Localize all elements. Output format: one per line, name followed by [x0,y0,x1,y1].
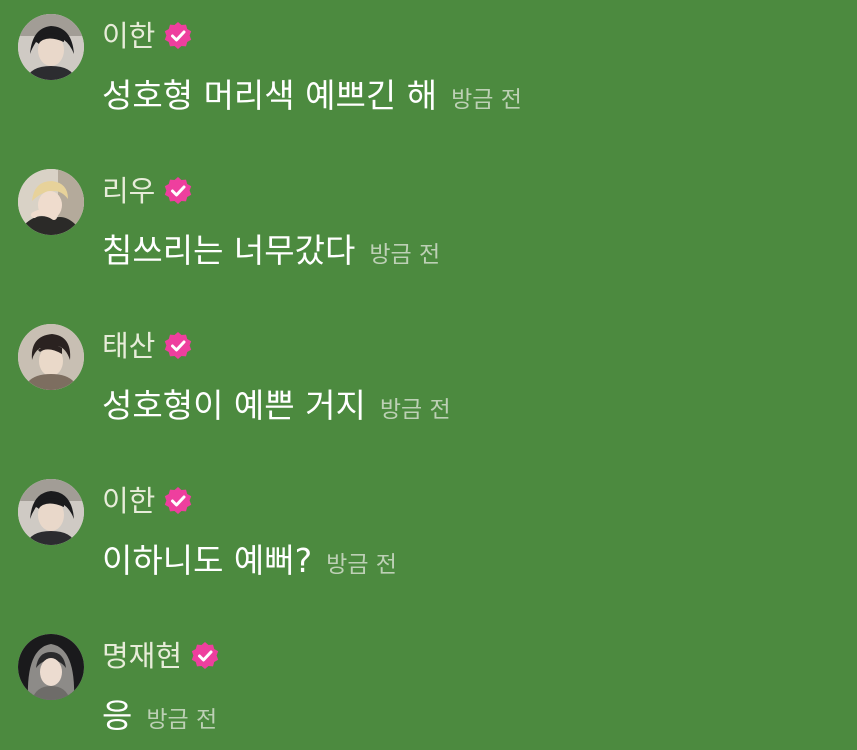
avatar[interactable] [18,324,84,390]
avatar[interactable] [18,479,84,545]
chat-message: 이한 성호형 머리색 예쁘긴 해 방금 전 [0,0,857,130]
verified-badge-icon [162,175,194,207]
message-timestamp: 방금 전 [451,87,522,113]
author-name[interactable]: 태산 [102,324,155,368]
message-timestamp: 방금 전 [146,707,218,733]
message-timestamp: 방금 전 [369,242,441,268]
verified-badge-icon [189,640,221,672]
message-text: 응 [102,696,133,735]
avatar[interactable] [18,169,84,235]
author-name[interactable]: 이한 [102,479,155,523]
message-text: 성호형이 예쁜 거지 [102,386,366,425]
chat-message: 명재현 응 방금 전 [0,620,857,750]
verified-badge-icon [162,485,194,517]
chat-message: 이한 이하니도 예뻐? 방금 전 [0,465,857,595]
author-name[interactable]: 명재현 [102,634,182,678]
avatar[interactable] [18,14,84,80]
avatar-image [18,634,84,700]
chat-feed: 이한 성호형 머리색 예쁘긴 해 방금 전 리우 침쓰리는 너무갔다 방금 전 … [0,0,857,749]
avatar-image [18,479,84,545]
avatar-image [18,169,84,235]
message-text: 이하니도 예뻐? [102,541,313,580]
message-timestamp: 방금 전 [326,552,397,578]
verified-badge-icon [162,330,194,362]
author-name[interactable]: 리우 [102,169,155,213]
verified-badge-icon [162,20,194,52]
chat-message: 태산 성호형이 예쁜 거지 방금 전 [0,310,857,440]
avatar-image [18,14,84,80]
author-name[interactable]: 이한 [102,14,155,58]
message-text: 성호형 머리색 예쁘긴 해 [102,76,438,115]
message-timestamp: 방금 전 [379,397,451,423]
message-text: 침쓰리는 너무갔다 [102,231,356,270]
avatar[interactable] [18,634,84,700]
chat-message: 리우 침쓰리는 너무갔다 방금 전 [0,155,857,285]
avatar-image [18,324,84,390]
